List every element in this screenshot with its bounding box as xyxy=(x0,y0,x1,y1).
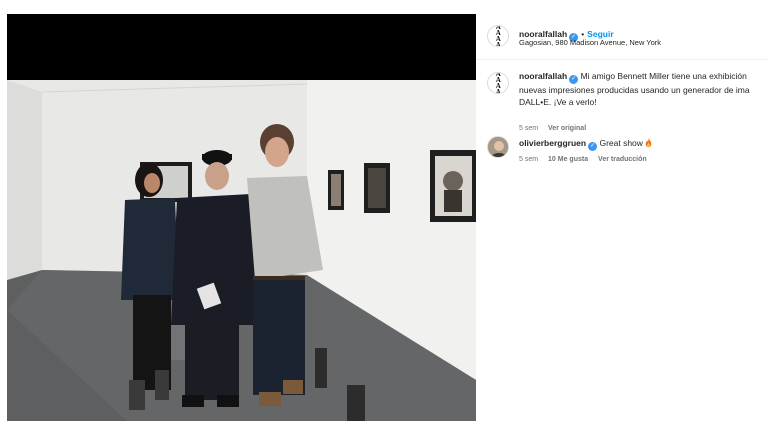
verified-badge-icon: ✓ xyxy=(569,75,579,84)
verified-badge-icon: ✓ xyxy=(588,142,598,151)
caption-text-line2: nuevas impresiones producidas usando un … xyxy=(519,85,750,95)
commenter-avatar[interactable] xyxy=(487,136,509,158)
caption-avatar[interactable]: AAAA xyxy=(487,72,509,94)
caption-text-line3: DALL•E. ¡Ve a verlo! xyxy=(519,97,597,107)
post-media[interactable] xyxy=(7,14,476,421)
comment-time[interactable]: 5 sem xyxy=(519,156,538,163)
caption-time[interactable]: 5 sem xyxy=(519,125,538,132)
comment-text: Great show xyxy=(599,138,643,148)
post-caption: AAAA nooralfallah ✓ Mi amigo Bennett Mill… xyxy=(476,68,768,132)
post-header: AAAA nooralfallah ✓ • Seguir Gagosian, 980 … xyxy=(476,14,768,60)
logo-icon: AAAA xyxy=(495,25,501,47)
comment-likes[interactable]: 10 Me gusta xyxy=(548,156,588,163)
commenter-username[interactable]: olivierberggruen xyxy=(519,138,586,148)
author-avatar[interactable]: AAAA xyxy=(487,25,509,47)
post-location[interactable]: Gagosian, 980 Madison Avenue, New York xyxy=(519,38,661,47)
comment-item: olivierberggruen ✓ Great show 5 sem 10 Me… xyxy=(476,136,768,176)
comment-meta: 5 sem 10 Me gusta Ver traducción xyxy=(519,156,655,163)
comment-body: olivierberggruen ✓ Great show xyxy=(519,137,768,151)
see-translation-button[interactable]: Ver traducción xyxy=(598,156,647,163)
caption-meta: 5 sem Ver original xyxy=(519,125,594,132)
caption-username[interactable]: nooralfallah xyxy=(519,71,567,81)
person-avatar-icon xyxy=(488,137,508,157)
post-photo[interactable] xyxy=(7,80,476,421)
gallery-photo-illustration xyxy=(7,80,476,421)
caption-body: nooralfallah ✓ Mi amigo Bennett Miller ti… xyxy=(519,70,768,108)
post-details-panel: AAAA nooralfallah ✓ • Seguir Gagosian, 980 … xyxy=(476,14,768,421)
see-original-button[interactable]: Ver original xyxy=(548,125,586,132)
fire-icon xyxy=(645,138,652,147)
caption-text-line1: Mi amigo Bennett Miller tiene una exhibi… xyxy=(580,71,747,81)
logo-icon: AAAA xyxy=(495,72,501,94)
